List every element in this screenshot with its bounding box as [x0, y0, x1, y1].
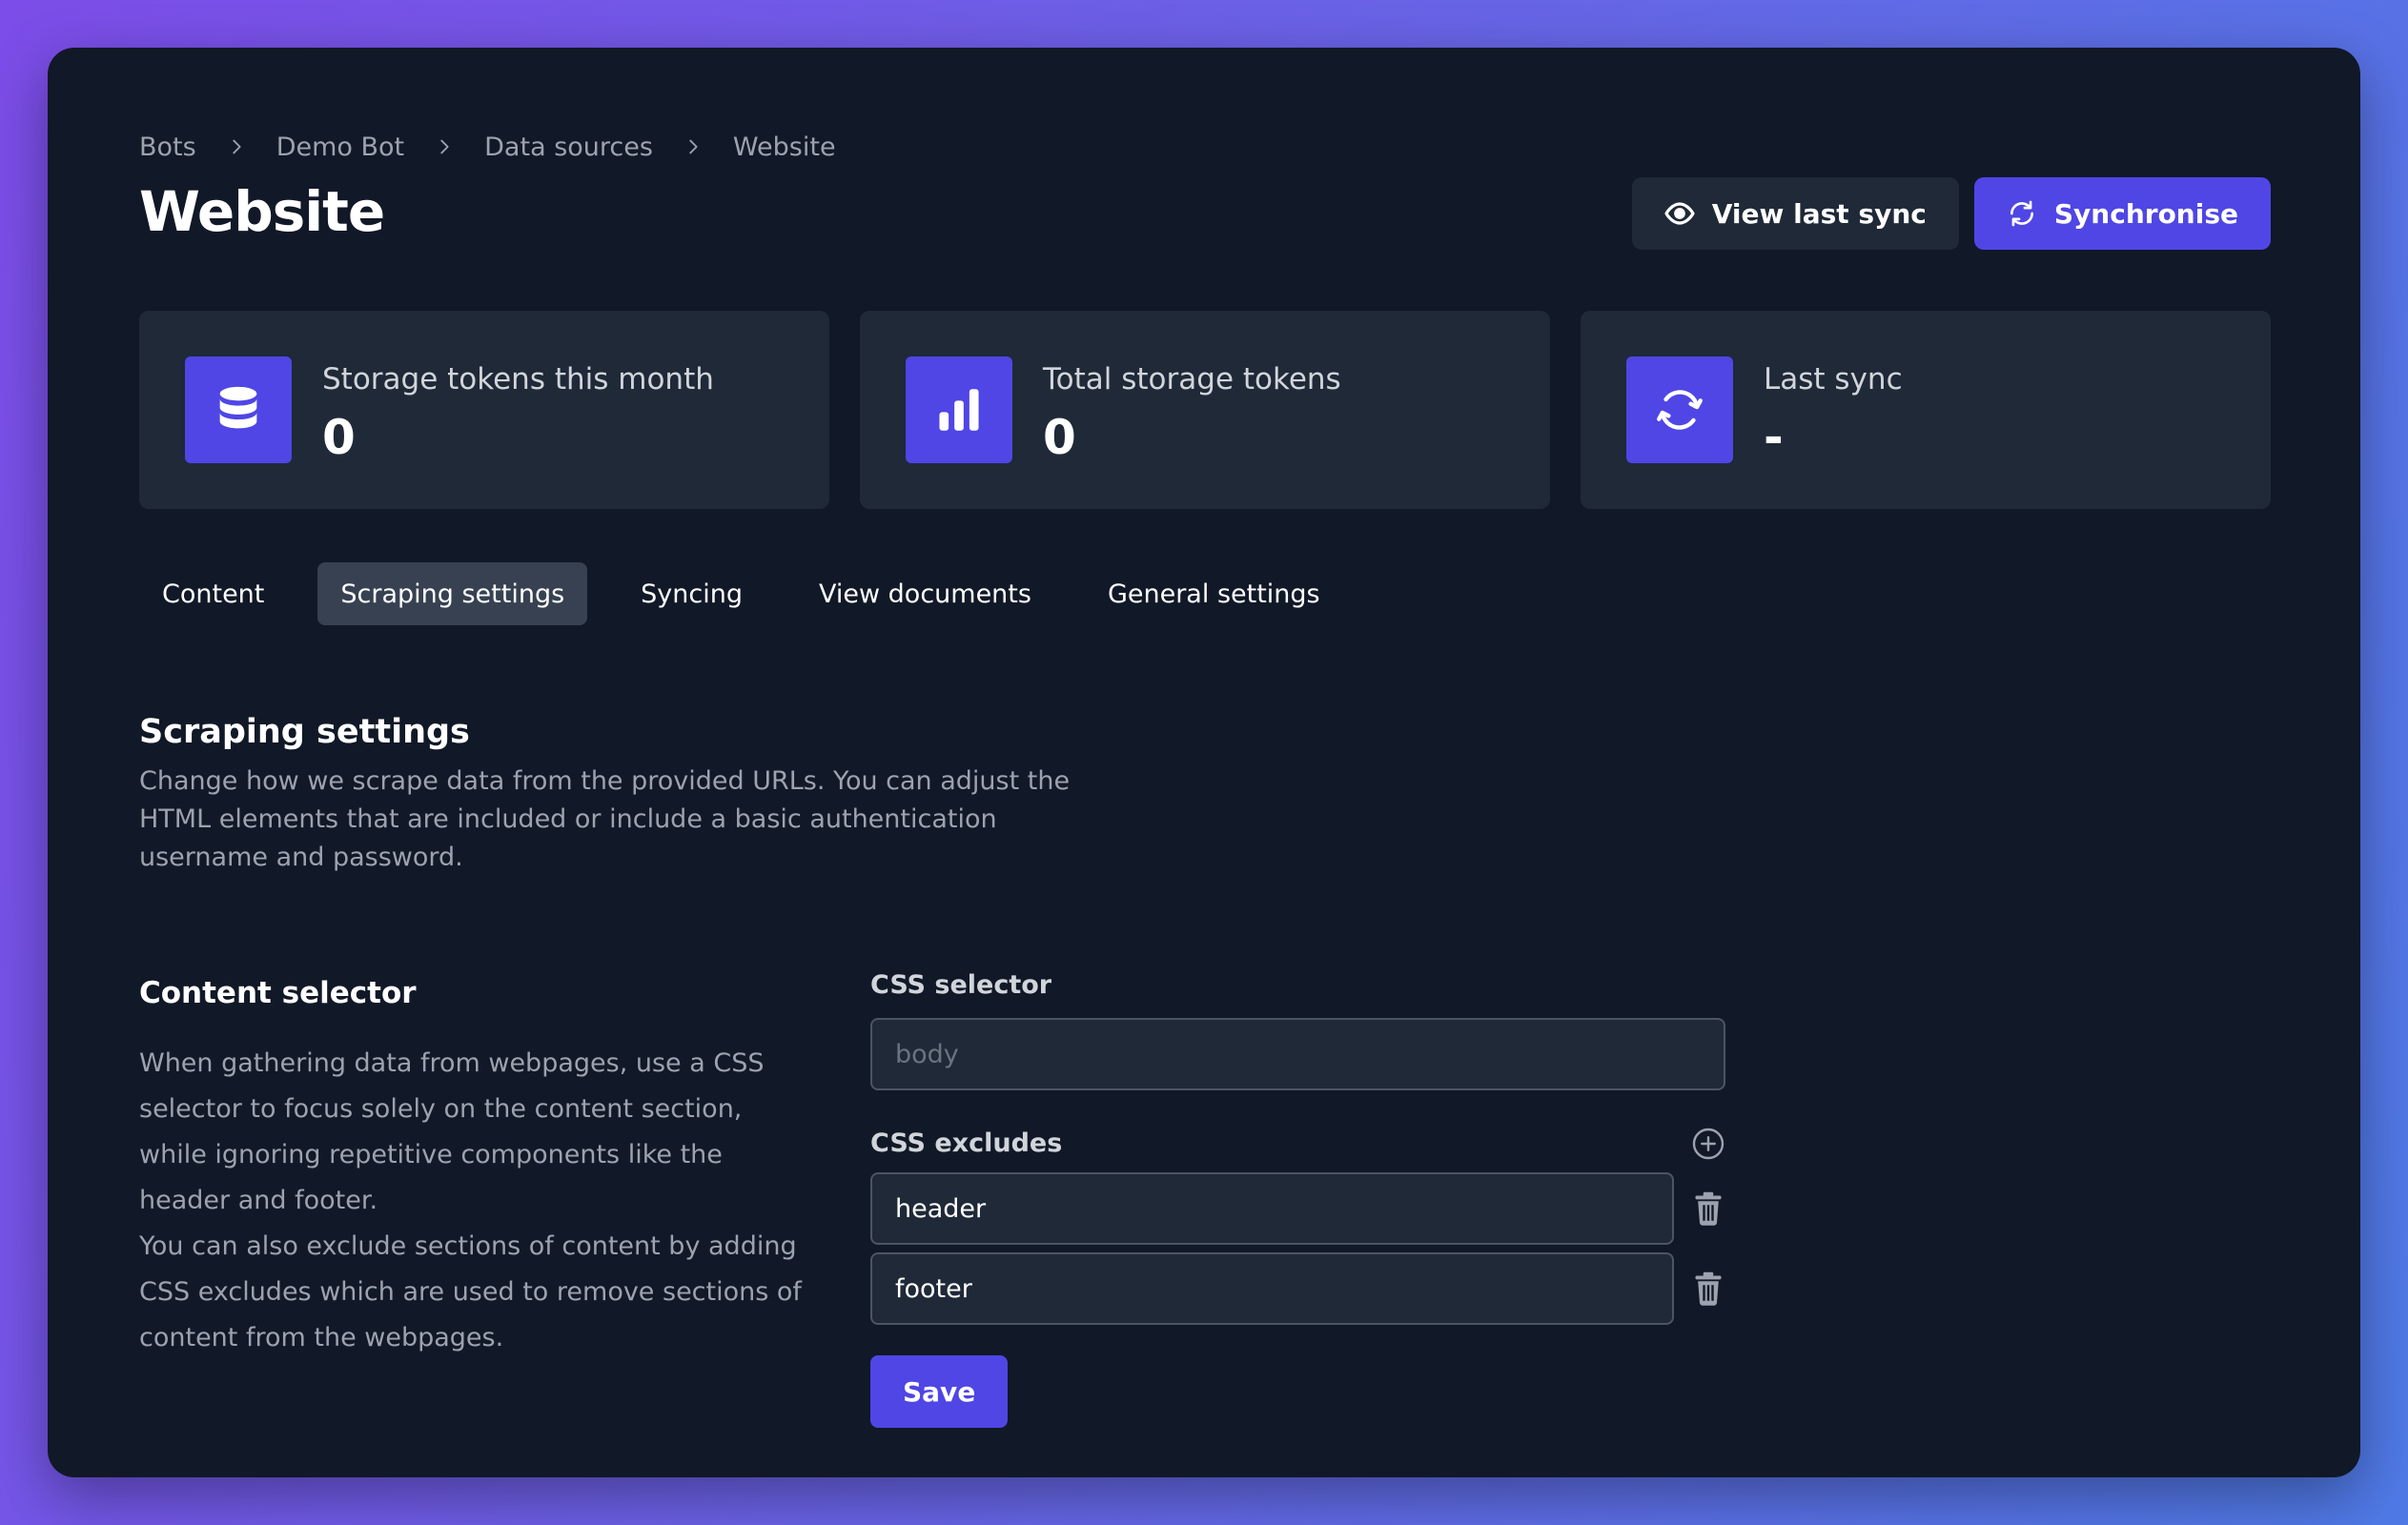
- content-selector-description: When gathering data from webpages, use a…: [139, 1041, 806, 1361]
- stats-row: Storage tokens this month 0 Total storag…: [139, 311, 2271, 509]
- stat-value: -: [1764, 410, 1784, 465]
- trash-icon[interactable]: [1691, 1270, 1725, 1308]
- page-title: Website: [139, 179, 385, 244]
- refresh-icon: [2010, 200, 2033, 227]
- stat-card-total-storage: Total storage tokens 0: [860, 311, 1550, 509]
- css-excludes-label: CSS excludes: [870, 1128, 1063, 1158]
- chevron-right-icon: [425, 136, 463, 157]
- header-actions: View last sync Synchronise: [1631, 177, 2271, 250]
- breadcrumb-bots[interactable]: Bots: [139, 132, 196, 162]
- stat-card-storage-month: Storage tokens this month 0: [139, 311, 829, 509]
- tab-content[interactable]: Content: [139, 562, 287, 625]
- exclude-row: [870, 1172, 1725, 1245]
- add-exclude-icon[interactable]: [1691, 1127, 1725, 1161]
- tab-scraping-settings[interactable]: Scraping settings: [317, 562, 588, 625]
- tab-general-settings[interactable]: General settings: [1085, 562, 1343, 625]
- synchronise-label: Synchronise: [2053, 197, 2238, 230]
- css-selector-input[interactable]: [870, 1018, 1725, 1090]
- tab-view-documents[interactable]: View documents: [796, 562, 1054, 625]
- stat-label: Last sync: [1764, 362, 1903, 396]
- app-window: Bots Demo Bot Data sources Website Websi…: [48, 48, 2360, 1477]
- stat-value: 0: [1043, 410, 1076, 465]
- chevron-right-icon: [674, 136, 712, 157]
- save-button[interactable]: Save: [870, 1355, 1009, 1428]
- stat-label: Storage tokens this month: [322, 362, 714, 396]
- css-exclude-input[interactable]: [870, 1172, 1674, 1245]
- css-exclude-input[interactable]: [870, 1252, 1674, 1325]
- tab-bar: Content Scraping settings Syncing View d…: [139, 562, 1360, 625]
- stat-value: 0: [322, 410, 356, 465]
- view-last-sync-button[interactable]: View last sync: [1631, 177, 1959, 250]
- content-selector-title: Content selector: [139, 976, 417, 1010]
- stat-label: Total storage tokens: [1043, 362, 1341, 396]
- tab-syncing[interactable]: Syncing: [618, 562, 765, 625]
- breadcrumb-data-sources[interactable]: Data sources: [484, 132, 653, 162]
- stat-card-last-sync: Last sync -: [1581, 311, 2271, 509]
- breadcrumb-website: Website: [732, 132, 836, 162]
- database-icon: [185, 356, 292, 463]
- css-selector-label: CSS selector: [870, 970, 1052, 1000]
- synchronise-button[interactable]: Synchronise: [1973, 177, 2271, 250]
- scraping-form: CSS selector CSS excludes: [870, 968, 1725, 1428]
- view-last-sync-label: View last sync: [1711, 197, 1927, 230]
- sync-icon: [1626, 356, 1733, 463]
- breadcrumb: Bots Demo Bot Data sources Website: [139, 128, 836, 166]
- breadcrumb-demo-bot[interactable]: Demo Bot: [276, 132, 404, 162]
- content-selector-description-2: You can also exclude sections of content…: [139, 1231, 802, 1352]
- chevron-right-icon: [217, 136, 255, 157]
- content-selector-description-1: When gathering data from webpages, use a…: [139, 1048, 765, 1215]
- section-title: Scraping settings: [139, 713, 470, 751]
- trash-icon[interactable]: [1691, 1190, 1725, 1228]
- bar-chart-icon: [906, 356, 1012, 463]
- section-description: Change how we scrape data from the provi…: [139, 766, 1071, 872]
- exclude-row: [870, 1252, 1725, 1325]
- css-excludes-header: CSS excludes: [870, 1125, 1725, 1163]
- eye-icon: [1664, 202, 1695, 225]
